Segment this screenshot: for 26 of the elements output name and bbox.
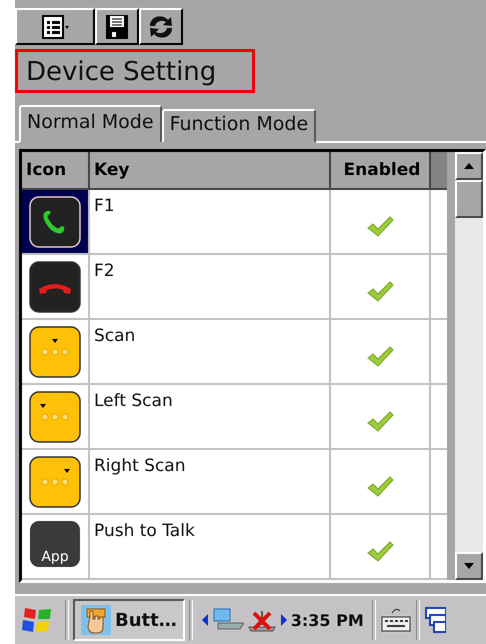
down-arrow-icon <box>463 562 475 570</box>
list-menu-button[interactable] <box>15 8 95 45</box>
save-button[interactable] <box>95 8 139 45</box>
scan-key-icon <box>29 326 81 378</box>
column-header[interactable]: Enabled <box>331 152 431 188</box>
scan-key-icon <box>29 456 81 508</box>
app-icon: App <box>30 521 80 567</box>
vertical-scrollbar[interactable] <box>455 152 483 580</box>
scan-key-icon <box>29 390 81 442</box>
hang-up-phone-icon <box>29 260 81 312</box>
right-arrow-icon[interactable] <box>280 613 288 627</box>
left-arrow-icon[interactable] <box>200 613 209 627</box>
clock[interactable]: 3:35 PM <box>290 610 364 630</box>
tab[interactable]: Normal Mode <box>19 105 162 143</box>
phone-icon <box>29 196 81 248</box>
column-header[interactable]: Icon <box>22 152 90 188</box>
scrollbar-thumb[interactable] <box>455 180 483 218</box>
taskbar-app-button[interactable]: Butt… <box>73 599 185 641</box>
tab[interactable]: Function Mode <box>162 109 316 143</box>
column-header[interactable]: Key <box>90 152 331 188</box>
up-arrow-icon <box>463 162 475 170</box>
refresh-button[interactable] <box>139 8 183 45</box>
icon-cell[interactable] <box>22 190 90 253</box>
windows-icon[interactable] <box>424 604 446 636</box>
hand-pointer-icon <box>81 605 111 635</box>
page-title: Device Setting <box>15 49 255 93</box>
